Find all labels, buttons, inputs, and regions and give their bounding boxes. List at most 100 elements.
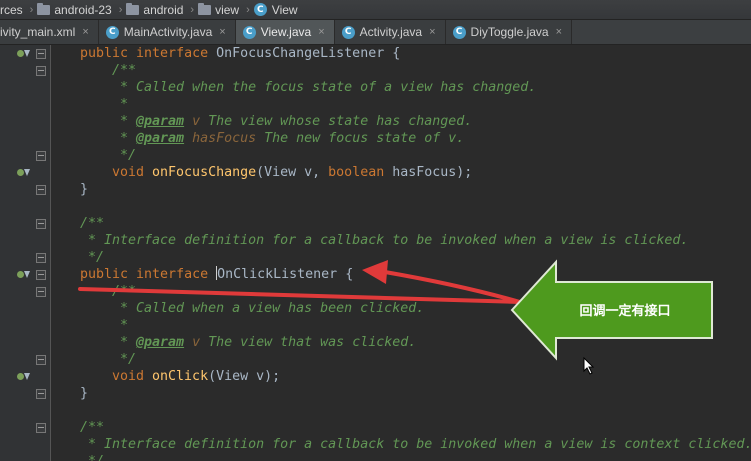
code-line: * Called when a view has been clicked. xyxy=(112,301,425,316)
breadcrumb-item-view-class[interactable]: C View xyxy=(253,2,298,17)
tab-activity-main-xml[interactable]: ivity_main.xml × xyxy=(0,20,99,44)
tab-label: MainActivity.java xyxy=(123,25,213,39)
tab-diy-toggle-java[interactable]: C DiyToggle.java × xyxy=(445,20,573,44)
gutter-line xyxy=(0,62,50,79)
code-line: /** xyxy=(80,216,105,231)
tab-main-activity-java[interactable]: C MainActivity.java × xyxy=(98,20,236,44)
doc-param: v xyxy=(184,114,201,129)
fold-icon[interactable] xyxy=(36,151,46,161)
callout-label: 回调一定有接口 xyxy=(579,304,671,319)
doc-text: * xyxy=(112,114,137,129)
interface-name: nClickListener { xyxy=(225,267,354,282)
gutter-line xyxy=(0,45,50,62)
class-icon: C xyxy=(105,25,119,39)
breadcrumb-separator-icon: › xyxy=(118,3,123,16)
gutter-line xyxy=(0,266,50,283)
code-line: public interface OnClickListener { xyxy=(80,266,353,283)
method-name: onFocusChange xyxy=(152,165,257,180)
keyword: public interface xyxy=(80,46,217,61)
code-line: */ xyxy=(112,148,137,163)
gutter-line xyxy=(0,215,50,232)
doc-tag: @param xyxy=(136,131,185,146)
fold-icon[interactable] xyxy=(36,49,46,59)
gutter-line xyxy=(0,283,50,300)
breadcrumb-label: android xyxy=(143,2,184,17)
code-text: (View v, xyxy=(256,165,329,180)
code-line: public interface OnFocusChangeListener { xyxy=(80,45,400,62)
code-line: * xyxy=(112,97,129,112)
mouse-pointer-icon xyxy=(583,357,595,375)
tab-label: DiyToggle.java xyxy=(470,25,549,39)
code-text: (View v); xyxy=(208,369,281,384)
code-line: */ xyxy=(80,453,104,461)
gutter-line xyxy=(0,368,50,385)
code-line: * Interface definition for a callback to… xyxy=(80,233,689,248)
fold-icon[interactable] xyxy=(36,389,46,399)
code-line: * Interface definition for a callback to… xyxy=(80,437,751,452)
gutter-line xyxy=(0,181,50,198)
class-icon: C xyxy=(452,25,466,39)
fold-icon[interactable] xyxy=(36,423,46,433)
fold-icon[interactable] xyxy=(36,270,46,280)
doc-text: * xyxy=(112,131,137,146)
code-line: /** xyxy=(112,63,137,78)
gutter-line xyxy=(0,147,50,164)
code-line: */ xyxy=(80,250,105,265)
implemented-icon[interactable] xyxy=(17,48,30,59)
gutter-line xyxy=(0,249,50,266)
folder-icon xyxy=(37,2,51,15)
close-icon[interactable]: × xyxy=(82,26,88,38)
class-icon: C xyxy=(242,25,256,39)
close-icon[interactable]: × xyxy=(429,26,435,38)
editor-gutter[interactable] xyxy=(0,45,51,461)
implemented-icon[interactable] xyxy=(17,371,30,382)
method-name: onClick xyxy=(152,369,209,384)
breadcrumb-item-android[interactable]: android xyxy=(126,2,184,17)
breadcrumb-label: rces xyxy=(0,2,23,17)
breadcrumb-separator-icon: › xyxy=(190,3,195,16)
fold-icon[interactable] xyxy=(36,355,46,365)
tab-label: ivity_main.xml xyxy=(0,25,76,39)
breadcrumb-label: view xyxy=(215,2,240,17)
breadcrumb-label: android-23 xyxy=(54,2,112,17)
code-line: /** xyxy=(80,420,105,435)
breadcrumb-separator-icon: › xyxy=(29,3,34,16)
doc-text: * xyxy=(112,335,137,350)
interface-name: OnFocusChangeListener { xyxy=(216,46,401,61)
tab-activity-java[interactable]: C Activity.java × xyxy=(334,20,446,44)
code-line: } xyxy=(80,386,89,401)
fold-icon[interactable] xyxy=(36,219,46,229)
fold-icon[interactable] xyxy=(36,66,46,76)
keyword: void xyxy=(112,165,153,180)
doc-tag: @param xyxy=(136,114,185,129)
code-line: * @param hasFocus The new focus state of… xyxy=(112,130,464,147)
breadcrumb-item-sources[interactable]: rces xyxy=(0,3,23,17)
tab-view-java[interactable]: C View.java × xyxy=(235,20,335,44)
implemented-icon[interactable] xyxy=(17,167,30,178)
code-line: /** xyxy=(112,284,137,299)
gutter-line xyxy=(0,164,50,181)
fold-icon[interactable] xyxy=(36,287,46,297)
tab-label: View.java xyxy=(260,25,312,39)
close-icon[interactable]: × xyxy=(318,26,324,38)
breadcrumb-separator-icon: › xyxy=(246,3,250,16)
keyword: public interface xyxy=(80,267,217,282)
fold-icon[interactable] xyxy=(36,253,46,263)
doc-text: The view whose state has changed. xyxy=(200,114,473,129)
breadcrumb-label: View xyxy=(271,2,298,17)
code-editor[interactable]: public interface OnFocusChangeListener {… xyxy=(52,45,751,461)
folder-icon xyxy=(198,2,212,15)
breadcrumb-item-view-package[interactable]: view xyxy=(198,2,240,17)
doc-param: hasFocus xyxy=(184,131,257,146)
close-icon[interactable]: × xyxy=(556,26,562,38)
code-line: * @param v The view that was clicked. xyxy=(112,334,416,351)
doc-text: The new focus state of v. xyxy=(256,131,465,146)
fold-icon[interactable] xyxy=(36,185,46,195)
interface-name: O xyxy=(217,267,226,282)
breadcrumb-item-android-23[interactable]: android-23 xyxy=(37,2,112,17)
code-line: */ xyxy=(112,352,137,367)
implemented-icon[interactable] xyxy=(17,269,30,280)
code-line: * Called when the focus state of a view … xyxy=(112,80,537,95)
code-line: * @param v The view whose state has chan… xyxy=(112,113,472,130)
close-icon[interactable]: × xyxy=(219,26,225,38)
